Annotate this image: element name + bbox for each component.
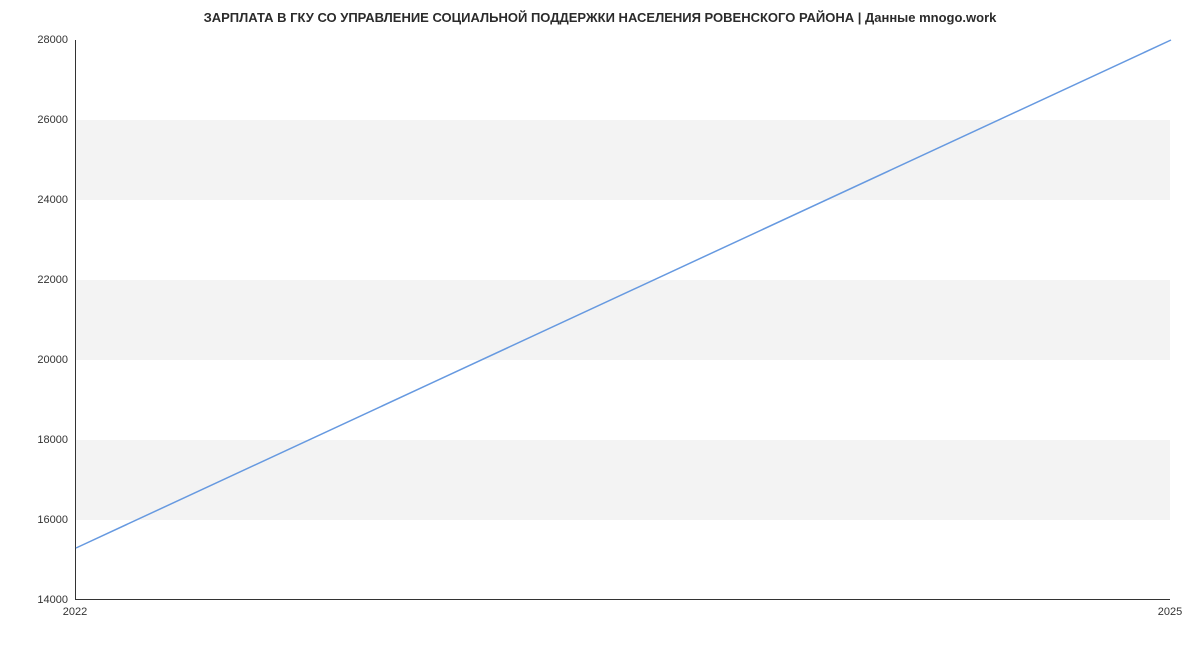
y-tick-label: 26000: [8, 114, 68, 126]
y-tick-label: 18000: [8, 434, 68, 446]
series-line: [76, 40, 1171, 548]
y-tick-label: 28000: [8, 34, 68, 46]
y-tick-label: 16000: [8, 514, 68, 526]
line-layer: [76, 40, 1170, 599]
y-tick-label: 20000: [8, 354, 68, 366]
y-tick-label: 22000: [8, 274, 68, 286]
x-tick-label: 2022: [63, 606, 87, 618]
y-tick-label: 24000: [8, 194, 68, 206]
plot-area: [75, 40, 1170, 600]
x-tick-label: 2025: [1158, 606, 1182, 618]
chart-container: ЗАРПЛАТА В ГКУ СО УПРАВЛЕНИЕ СОЦИАЛЬНОЙ …: [0, 0, 1200, 650]
chart-title: ЗАРПЛАТА В ГКУ СО УПРАВЛЕНИЕ СОЦИАЛЬНОЙ …: [0, 10, 1200, 25]
y-tick-label: 14000: [8, 594, 68, 606]
